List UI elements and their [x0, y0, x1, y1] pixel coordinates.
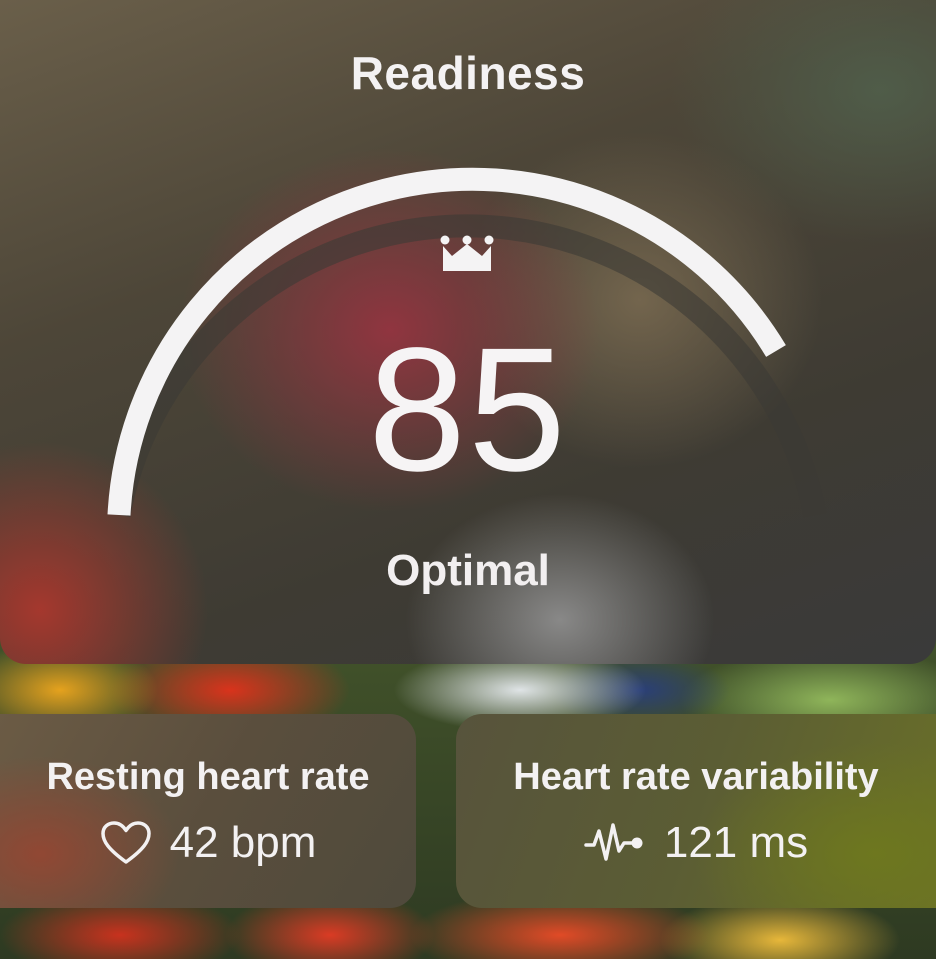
- readiness-score: 85: [368, 312, 568, 508]
- readiness-card[interactable]: Readiness 85 Optimal: [0, 0, 936, 664]
- pulse-wave-icon: [584, 821, 646, 865]
- readiness-screen: Readiness 85 Optimal Resting heart rate: [0, 0, 936, 959]
- resting-heart-rate-title: Resting heart rate: [46, 756, 370, 798]
- heart-rate-variability-title: Heart rate variability: [513, 756, 879, 798]
- heart-rate-variability-row: 121 ms: [456, 818, 936, 868]
- heart-rate-variability-card[interactable]: Heart rate variability 121 ms: [456, 714, 936, 908]
- resting-heart-rate-value: 42 bpm: [169, 818, 317, 867]
- heart-rate-variability-value: 121 ms: [663, 818, 809, 867]
- crown-icon: [440, 234, 494, 272]
- resting-heart-rate-row: 42 bpm: [0, 818, 416, 868]
- heart-icon: [100, 820, 152, 866]
- resting-heart-rate-card[interactable]: Resting heart rate 42 bpm: [0, 714, 416, 908]
- readiness-status: Optimal: [386, 546, 550, 595]
